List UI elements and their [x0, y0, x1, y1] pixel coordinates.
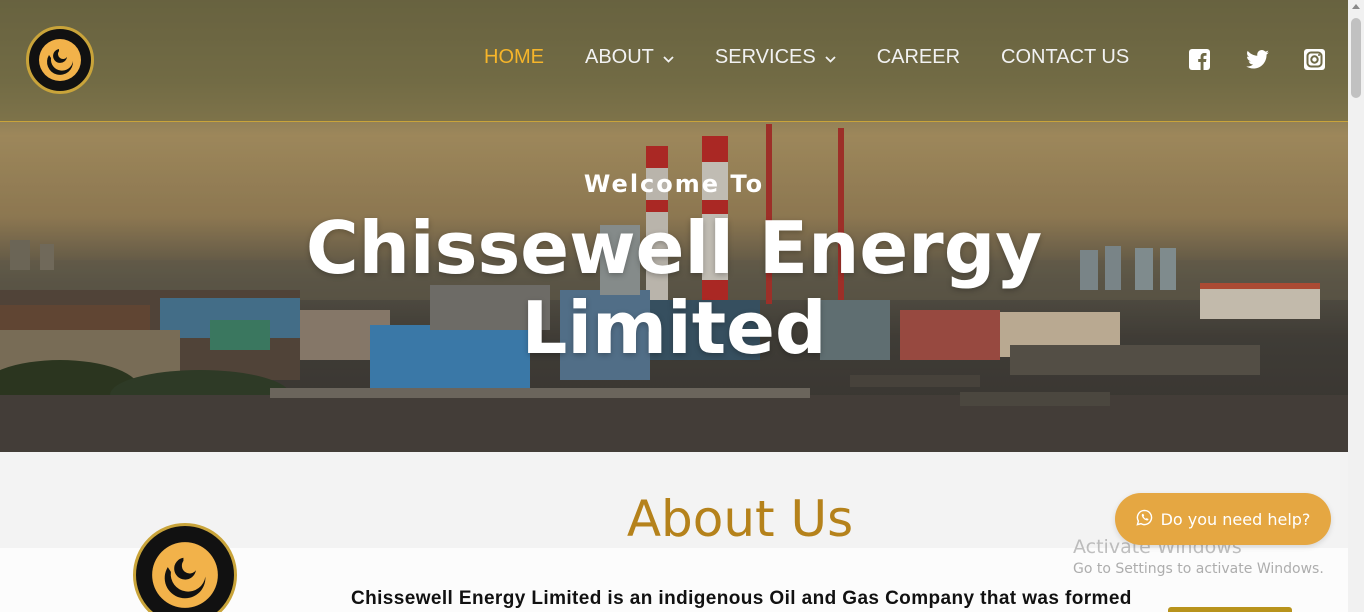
site-header: HOME ABOUT SERVICES CAREER CONTACT US [0, 0, 1348, 122]
scroll-up-arrow-icon[interactable] [1352, 4, 1360, 9]
facebook-icon[interactable] [1188, 48, 1210, 70]
page-scrollbar[interactable] [1348, 0, 1364, 612]
nav-home[interactable]: HOME [484, 46, 544, 69]
twitter-icon[interactable] [1245, 48, 1269, 70]
nav-about[interactable]: ABOUT [585, 46, 674, 69]
nav-contact-label: CONTACT US [1001, 46, 1130, 68]
instagram-icon[interactable] [1303, 48, 1325, 70]
chevron-down-icon [663, 46, 674, 69]
hero-welcome-text: Welcome To [583, 170, 765, 198]
main-nav: HOME ABOUT SERVICES CAREER CONTACT US [484, 46, 1170, 69]
help-button-label: Do you need help? [1160, 509, 1311, 529]
windows-activation-subtitle: Go to Settings to activate Windows. [1073, 561, 1324, 577]
logo-emblem-icon [39, 39, 81, 81]
hero-title-line2: Limited [521, 286, 827, 370]
nav-career-label: CAREER [876, 46, 961, 68]
nav-home-label: HOME [484, 46, 544, 68]
logo-emblem-icon [152, 542, 218, 608]
brand-logo[interactable] [26, 26, 94, 94]
about-description: Chissewell Energy Limited is an indigeno… [351, 588, 1132, 609]
chevron-down-icon [825, 46, 836, 69]
hero-title: Chissewell Energy Limited [0, 208, 1348, 368]
nav-career[interactable]: CAREER [877, 46, 960, 69]
nav-services-label: SERVICES [714, 46, 816, 68]
nav-services[interactable]: SERVICES [715, 46, 836, 69]
read-more-button[interactable] [1168, 607, 1292, 612]
whatsapp-icon [1135, 509, 1153, 530]
nav-contact-us[interactable]: CONTACT US [1001, 46, 1129, 69]
help-chat-button[interactable]: Do you need help? [1115, 493, 1331, 545]
scrollbar-thumb[interactable] [1351, 18, 1361, 98]
hero-title-line1: Chissewell Energy [305, 206, 1043, 290]
nav-about-label: ABOUT [585, 46, 654, 68]
